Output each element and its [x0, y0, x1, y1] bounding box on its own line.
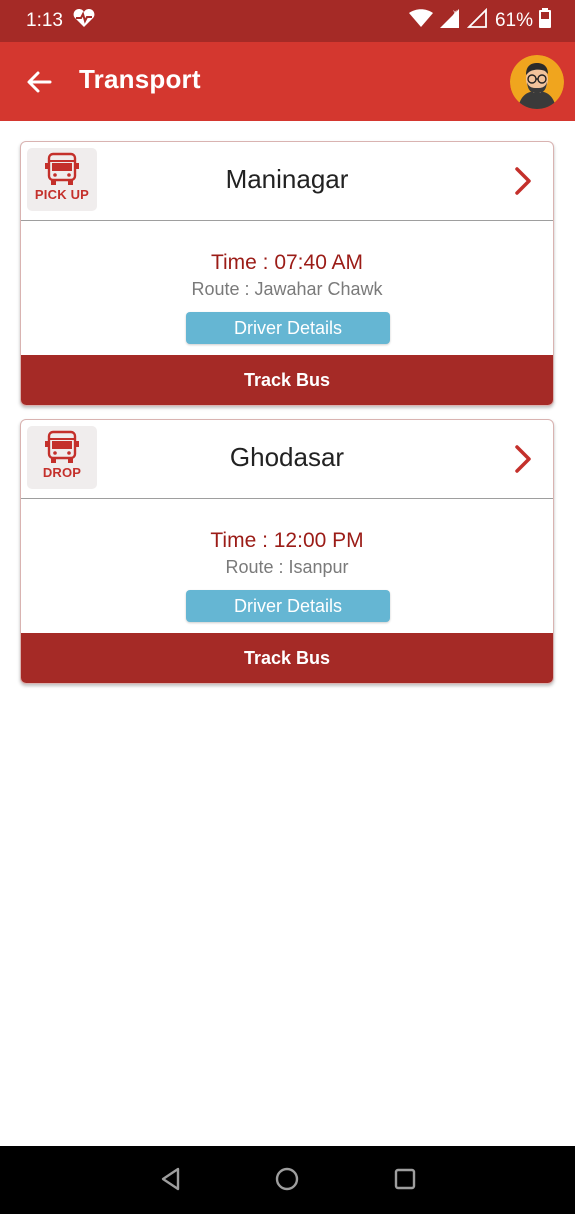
nav-recents-button[interactable]	[392, 1166, 418, 1197]
back-button[interactable]	[24, 66, 56, 98]
location-name: Ghodasar	[229, 442, 345, 472]
trip-time: Time : 07:40 AM	[210, 251, 364, 274]
page-title: Transport	[79, 64, 201, 94]
back-triangle-icon	[161, 1167, 180, 1191]
location-name: Maninagar	[225, 164, 349, 194]
wifi-icon	[408, 9, 433, 33]
heart-pulse-icon	[73, 8, 95, 34]
battery-icon	[539, 8, 551, 34]
arrow-left-icon	[27, 71, 52, 93]
svg-text:x: x	[453, 8, 457, 17]
track-bus-button[interactable]: Track Bus	[21, 633, 553, 683]
transport-card-pickup: PICK UP Maninagar Time : 07:40 AM Route …	[20, 141, 554, 406]
home-circle-icon	[275, 1167, 299, 1191]
signal-empty-icon	[466, 7, 489, 34]
status-bar: 1:13 x 61%	[0, 0, 575, 42]
trip-route: Route : Isanpur	[225, 557, 349, 577]
user-avatar[interactable]	[510, 55, 564, 109]
nav-back-button[interactable]	[158, 1166, 184, 1197]
driver-details-button[interactable]: Driver Details	[186, 312, 390, 344]
track-bus-button[interactable]: Track Bus	[21, 355, 553, 405]
card-header[interactable]: PICK UP Maninagar	[21, 142, 553, 221]
card-header[interactable]: DROP Ghodasar	[21, 420, 553, 499]
trip-route: Route : Jawahar Chawk	[191, 279, 383, 299]
chevron-right-icon	[515, 167, 531, 195]
trip-time: Time : 12:00 PM	[210, 529, 364, 552]
driver-details-button[interactable]: Driver Details	[186, 590, 390, 622]
nav-home-button[interactable]	[274, 1166, 300, 1197]
chevron-right-icon	[515, 445, 531, 473]
app-bar: Transport	[0, 42, 575, 121]
system-nav-bar	[0, 1146, 575, 1214]
transport-card-drop: DROP Ghodasar Time : 12:00 PM Route : Is…	[20, 419, 554, 684]
status-time: 1:13	[26, 10, 63, 31]
signal-icon: x	[439, 8, 461, 34]
recents-square-icon	[394, 1168, 416, 1190]
battery-percent: 61%	[494, 10, 533, 31]
